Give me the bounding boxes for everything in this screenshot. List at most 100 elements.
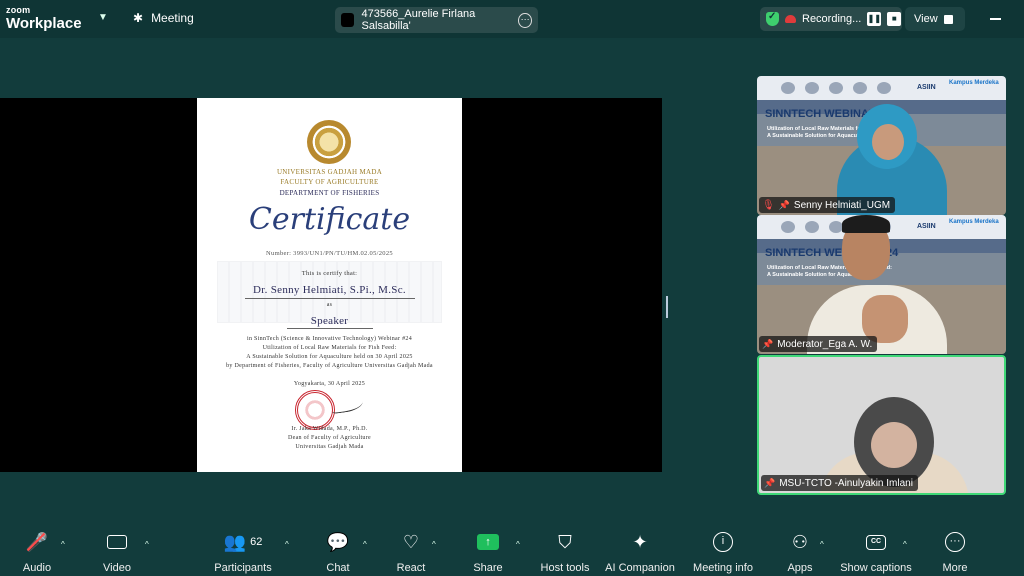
heart-icon: ♡ xyxy=(402,531,420,552)
view-button[interactable]: View xyxy=(905,7,965,31)
captions-options-chevron-icon[interactable]: ^ xyxy=(903,540,907,549)
certificate-document: UNIVERSITAS GADJAH MADA FACULTY OF AGRIC… xyxy=(197,98,462,472)
stop-recording-icon[interactable]: ■ xyxy=(887,12,902,26)
cert-body-line: by Department of Fisheries, Faculty of A… xyxy=(226,363,433,369)
paw-icon: ✱ xyxy=(133,11,144,25)
cert-role: Speaker xyxy=(310,315,349,327)
active-speaker-tile[interactable]: 📌 MSU-TCTO -Ainulyakin Imlani xyxy=(757,355,1006,495)
participants-icon: 👥 xyxy=(223,531,247,552)
cert-place-date: Yogyakarta, 30 April 2025 xyxy=(293,381,366,387)
video-button[interactable]: Video xyxy=(75,528,159,574)
participants-label: Participants xyxy=(214,562,272,574)
sparkle-icon: ✦ xyxy=(632,531,648,552)
chat-options-chevron-icon[interactable]: ^ xyxy=(363,540,367,549)
participant-hair xyxy=(842,215,890,233)
meeting-title: 473566_Aurelie Firlana Salsabilla' xyxy=(361,8,476,32)
asiin-logo: ASIIN xyxy=(917,223,936,230)
react-label: React xyxy=(396,562,426,574)
minimize-icon[interactable] xyxy=(990,18,1001,20)
share-button[interactable]: ↑ Share xyxy=(446,528,530,574)
meeting-label: Meeting xyxy=(151,11,194,25)
pin-icon: 📌 xyxy=(778,199,790,210)
apps-options-chevron-icon[interactable]: ^ xyxy=(820,540,824,549)
audio-button[interactable]: 🎤 Audio xyxy=(0,528,79,575)
ai-companion-button[interactable]: ✦ AI Companion xyxy=(598,528,682,575)
participants-button[interactable]: 👥 62 Participants xyxy=(201,528,285,575)
participants-options-chevron-icon[interactable]: ^ xyxy=(285,540,289,549)
share-label: Share xyxy=(473,562,503,574)
cert-heading: Certificate xyxy=(248,202,411,237)
cert-signer-org: Universitas Gadjah Mada xyxy=(295,444,364,450)
meeting-toolbar: 🎤 Audio ^ Video ^ 👥62 Participants ^ 💬 C… xyxy=(0,528,1024,576)
host-tools-label: Host tools xyxy=(540,562,590,574)
university-seal-icon xyxy=(307,120,351,164)
audio-label: Audio xyxy=(22,562,52,574)
meeting-info-button[interactable]: i Meeting info xyxy=(681,528,765,574)
participants-count: 62 xyxy=(250,536,263,548)
chat-button[interactable]: 💬 Chat xyxy=(296,528,380,575)
participant-face xyxy=(871,422,917,468)
brand-small: zoom xyxy=(6,5,31,15)
more-options-icon[interactable]: ··· xyxy=(518,12,532,28)
participant-name: MSU-TCTO -Ainulyakin Imlani xyxy=(779,477,913,489)
square-icon xyxy=(341,13,354,27)
info-icon: i xyxy=(713,532,733,552)
cert-body-line: A Sustainable Solution for Aquaculture h… xyxy=(246,354,413,360)
cert-body-line: Utilization of Local Raw Materials for F… xyxy=(262,345,397,351)
view-label: View xyxy=(914,13,938,25)
cert-recipient: Dr. Senny Helmiati, S.Pi., M.Sc. xyxy=(253,284,406,296)
top-bar: zoom Workplace ▼ ✱ Meeting 473566_Aureli… xyxy=(0,0,1024,38)
video-options-chevron-icon[interactable]: ^ xyxy=(145,540,149,549)
video-camera-icon xyxy=(107,535,127,549)
shield-icon: ⛉ xyxy=(558,531,572,552)
pause-recording-icon[interactable]: ❚❚ xyxy=(867,12,882,26)
cert-signer: Ir. Jaka Widada, M.P., Ph.D. xyxy=(291,426,368,432)
pin-icon: 📌 xyxy=(764,477,776,488)
show-captions-label: Show captions xyxy=(840,562,912,574)
shared-screen: UNIVERSITAS GADJAH MADA FACULTY OF AGRIC… xyxy=(0,98,662,472)
cert-department: DEPARTMENT OF FISHERIES xyxy=(279,189,380,197)
more-icon: ··· xyxy=(945,532,965,552)
panel-resize-handle[interactable] xyxy=(666,296,668,318)
mic-off-icon: 🎙 xyxy=(762,199,775,211)
recording-cloud-icon xyxy=(785,15,796,23)
brand-big: Workplace xyxy=(6,15,82,32)
chevron-down-icon[interactable]: ▼ xyxy=(98,12,108,23)
apps-label: Apps xyxy=(787,562,813,574)
official-stamp xyxy=(295,390,335,430)
chat-label: Chat xyxy=(326,562,350,574)
meeting-button[interactable]: ✱ Meeting xyxy=(133,11,194,25)
react-button[interactable]: ♡ React xyxy=(369,528,453,575)
recording-status[interactable]: Recording... ❚❚ ■ xyxy=(760,7,902,31)
host-tools-button[interactable]: ⛉ Host tools xyxy=(523,528,607,575)
chat-icon: 💬 xyxy=(326,531,350,552)
divider xyxy=(245,298,415,299)
share-options-chevron-icon[interactable]: ^ xyxy=(516,540,520,549)
cert-number: Number: 3993/UN1/PN/TU/HM.02.05/2025 xyxy=(266,250,393,257)
kampus-merdeka-logo: Kampus Merdeka xyxy=(949,80,999,86)
participant-face xyxy=(872,124,904,160)
audio-options-chevron-icon[interactable]: ^ xyxy=(61,540,65,549)
participant-name-tag: 🎙 📌 Senny Helmiati_UGM xyxy=(759,197,896,213)
view-layout-icon xyxy=(943,14,953,24)
more-button[interactable]: ··· More xyxy=(913,528,997,574)
zoom-logo: zoom Workplace xyxy=(6,5,82,32)
recording-label: Recording... xyxy=(802,13,862,25)
apps-icon: ⚇ xyxy=(791,531,809,552)
video-tile[interactable]: ASIIN Kampus Merdeka SINNTECH WEBINAR #2… xyxy=(757,76,1006,215)
participant-name-tag: 📌 Moderator_Ega A. W. xyxy=(759,336,878,352)
meeting-title-pill[interactable]: 473566_Aurelie Firlana Salsabilla' ··· xyxy=(335,7,538,33)
cert-as: as xyxy=(326,302,333,308)
more-label: More xyxy=(942,562,968,574)
meeting-info-label: Meeting info xyxy=(693,562,753,574)
mic-off-icon: 🎤 xyxy=(26,532,48,553)
react-options-chevron-icon[interactable]: ^ xyxy=(432,540,436,549)
pin-icon: 📌 xyxy=(762,338,774,349)
apps-button[interactable]: ⚇ Apps xyxy=(758,528,842,575)
participant-name: Senny Helmiati_UGM xyxy=(793,199,891,211)
signature xyxy=(330,395,364,415)
video-tile[interactable]: ASIIN Kampus Merdeka SINNTECH WEBINAR #2… xyxy=(757,215,1006,354)
participant-name-tag: 📌 MSU-TCTO -Ainulyakin Imlani xyxy=(761,475,918,491)
cert-faculty: FACULTY OF AGRICULTURE xyxy=(280,178,379,186)
show-captions-button[interactable]: CC Show captions xyxy=(834,528,918,574)
